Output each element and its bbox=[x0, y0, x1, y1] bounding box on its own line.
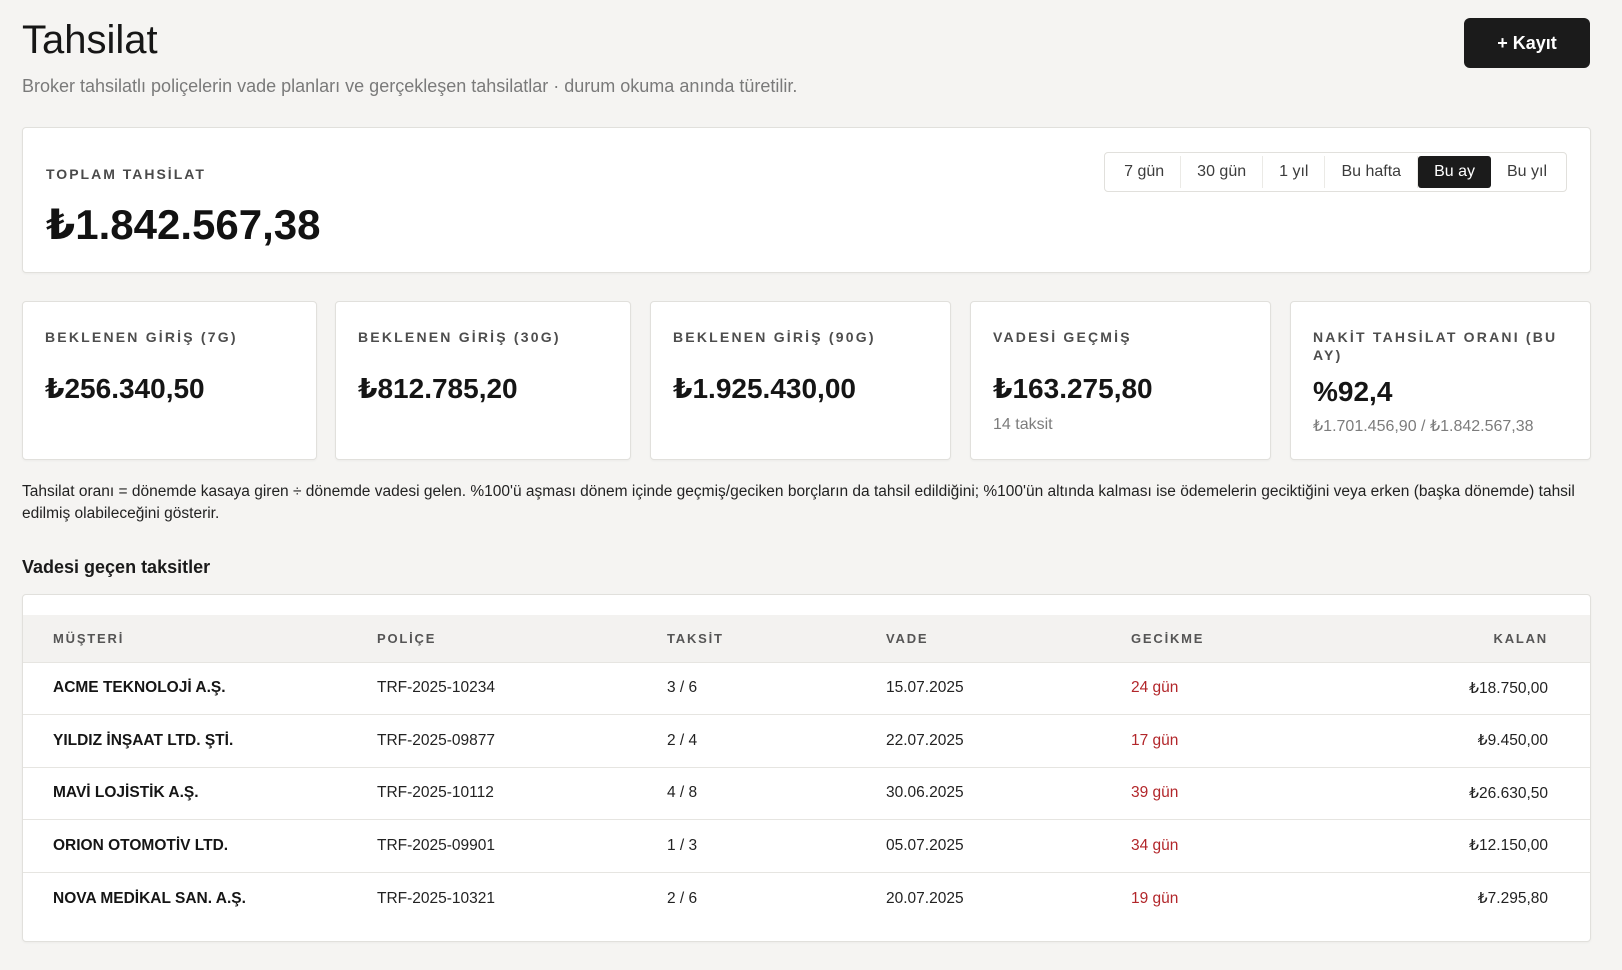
metric-card-cash-collection-rate: NAKİT TAHSİLAT ORANI (BU AY) %92,4 ₺1.70… bbox=[1290, 301, 1591, 460]
range-1-year[interactable]: 1 yıl bbox=[1263, 156, 1326, 188]
page-header: Tahsilat Broker tahsilatlı poliçelerin v… bbox=[22, 0, 1600, 120]
cell-due-date: 30.06.2025 bbox=[886, 766, 1131, 820]
cell-customer: NOVA MEDİKAL SAN. A.Ş. bbox=[23, 871, 377, 925]
range-30-days[interactable]: 30 gün bbox=[1181, 156, 1264, 188]
cell-customer: ORION OTOMOTİV LTD. bbox=[23, 819, 377, 872]
date-range-selector: 7 gün 30 gün 1 yıl Bu hafta Bu ay Bu yıl bbox=[1104, 152, 1567, 192]
column-header-due-date[interactable]: VADE bbox=[886, 615, 1131, 662]
page-title: Tahsilat bbox=[22, 18, 158, 62]
metric-label: BEKLENEN GİRİŞ (7G) bbox=[45, 329, 238, 345]
overdue-section-title: Vadesi geçen taksitler bbox=[22, 557, 211, 577]
cell-policy: TRF-2025-10321 bbox=[377, 871, 667, 925]
cell-installment: 1 / 3 bbox=[667, 819, 886, 872]
cell-delay: 39 gün bbox=[1131, 766, 1331, 820]
cell-policy: TRF-2025-10112 bbox=[377, 766, 667, 820]
cell-remaining: ₺26.630,50 bbox=[1331, 766, 1590, 820]
collection-rate-note: Tahsilat oranı = dönemde kasaya giren ÷ … bbox=[22, 483, 1575, 522]
cell-due-date: 05.07.2025 bbox=[886, 819, 1131, 872]
table-row[interactable]: YILDIZ İNŞAAT LTD. ŞTİ. TRF-2025-09877 2… bbox=[23, 714, 1590, 767]
range-7-days[interactable]: 7 gün bbox=[1108, 156, 1182, 188]
cell-remaining: ₺7.295,80 bbox=[1331, 871, 1590, 925]
cell-policy: TRF-2025-09877 bbox=[377, 714, 667, 767]
total-collection-label: TOPLAM TAHSİLAT bbox=[46, 166, 206, 182]
metric-card-expected-30d: BEKLENEN GİRİŞ (30G) ₺812.785,20 bbox=[335, 301, 631, 460]
cell-customer: MAVİ LOJİSTİK A.Ş. bbox=[23, 766, 377, 820]
metric-card-overdue: VADESİ GEÇMİŞ ₺163.275,80 14 taksit bbox=[970, 301, 1271, 460]
cell-due-date: 20.07.2025 bbox=[886, 871, 1131, 925]
overdue-installments-table: MÜŞTERİ POLİÇE TAKSİT VADE GECİKME KALAN… bbox=[23, 615, 1590, 925]
cell-customer: YILDIZ İNŞAAT LTD. ŞTİ. bbox=[23, 714, 377, 767]
cell-delay: 17 gün bbox=[1131, 714, 1331, 767]
metric-value: ₺1.925.430,00 bbox=[673, 373, 856, 404]
cell-remaining: ₺9.450,00 bbox=[1331, 714, 1590, 767]
total-collection-card: TOPLAM TAHSİLAT ₺1.842.567,38 7 gün 30 g… bbox=[22, 127, 1591, 273]
metric-value: ₺812.785,20 bbox=[358, 373, 518, 404]
total-collection-value: ₺1.842.567,38 bbox=[46, 201, 321, 248]
cell-remaining: ₺12.150,00 bbox=[1331, 819, 1590, 872]
metric-subtext: 14 taksit bbox=[993, 416, 1053, 433]
cell-installment: 3 / 6 bbox=[667, 661, 886, 715]
metric-label: VADESİ GEÇMİŞ bbox=[993, 329, 1132, 345]
cell-installment: 2 / 4 bbox=[667, 714, 886, 767]
metric-value: %92,4 bbox=[1313, 376, 1393, 407]
table-row[interactable]: ORION OTOMOTİV LTD. TRF-2025-09901 1 / 3… bbox=[23, 819, 1590, 872]
cell-delay: 19 gün bbox=[1131, 871, 1331, 925]
table-header-row: MÜŞTERİ POLİÇE TAKSİT VADE GECİKME KALAN bbox=[23, 615, 1590, 662]
cell-customer: ACME TEKNOLOJİ A.Ş. bbox=[23, 661, 377, 715]
cell-installment: 4 / 8 bbox=[667, 766, 886, 820]
metric-subtext: ₺1.701.456,90 / ₺1.842.567,38 bbox=[1313, 418, 1534, 435]
overdue-installments-table-card: MÜŞTERİ POLİÇE TAKSİT VADE GECİKME KALAN… bbox=[22, 594, 1591, 942]
metric-value: ₺163.275,80 bbox=[993, 373, 1153, 404]
table-row[interactable]: NOVA MEDİKAL SAN. A.Ş. TRF-2025-10321 2 … bbox=[23, 871, 1590, 925]
column-header-remaining[interactable]: KALAN bbox=[1331, 615, 1590, 662]
add-record-button[interactable]: + Kayıt bbox=[1464, 18, 1590, 68]
page-subtitle: Broker tahsilatlı poliçelerin vade planl… bbox=[22, 76, 798, 96]
range-this-month[interactable]: Bu ay bbox=[1418, 156, 1491, 188]
cell-due-date: 15.07.2025 bbox=[886, 661, 1131, 715]
metric-card-expected-90d: BEKLENEN GİRİŞ (90G) ₺1.925.430,00 bbox=[650, 301, 951, 460]
range-this-week[interactable]: Bu hafta bbox=[1325, 156, 1419, 188]
range-this-year[interactable]: Bu yıl bbox=[1491, 156, 1563, 188]
metric-label: BEKLENEN GİRİŞ (30G) bbox=[358, 329, 561, 345]
table-row[interactable]: MAVİ LOJİSTİK A.Ş. TRF-2025-10112 4 / 8 … bbox=[23, 766, 1590, 820]
collections-page: Tahsilat Broker tahsilatlı poliçelerin v… bbox=[0, 0, 1622, 970]
column-header-delay[interactable]: GECİKME bbox=[1131, 615, 1331, 662]
cell-installment: 2 / 6 bbox=[667, 871, 886, 925]
column-header-installment[interactable]: TAKSİT bbox=[667, 615, 886, 662]
cell-policy: TRF-2025-10234 bbox=[377, 661, 667, 715]
cell-due-date: 22.07.2025 bbox=[886, 714, 1131, 767]
table-row[interactable]: ACME TEKNOLOJİ A.Ş. TRF-2025-10234 3 / 6… bbox=[23, 661, 1590, 715]
column-header-customer[interactable]: MÜŞTERİ bbox=[23, 615, 377, 662]
cell-remaining: ₺18.750,00 bbox=[1331, 661, 1590, 715]
metric-label: NAKİT TAHSİLAT ORANI (BU AY) bbox=[1313, 329, 1558, 363]
cell-delay: 24 gün bbox=[1131, 661, 1331, 715]
metric-label: BEKLENEN GİRİŞ (90G) bbox=[673, 329, 876, 345]
metric-card-expected-7d: BEKLENEN GİRİŞ (7G) ₺256.340,50 bbox=[22, 301, 317, 460]
column-header-policy[interactable]: POLİÇE bbox=[377, 615, 667, 662]
cell-policy: TRF-2025-09901 bbox=[377, 819, 667, 872]
metric-value: ₺256.340,50 bbox=[45, 373, 205, 404]
cell-delay: 34 gün bbox=[1131, 819, 1331, 872]
